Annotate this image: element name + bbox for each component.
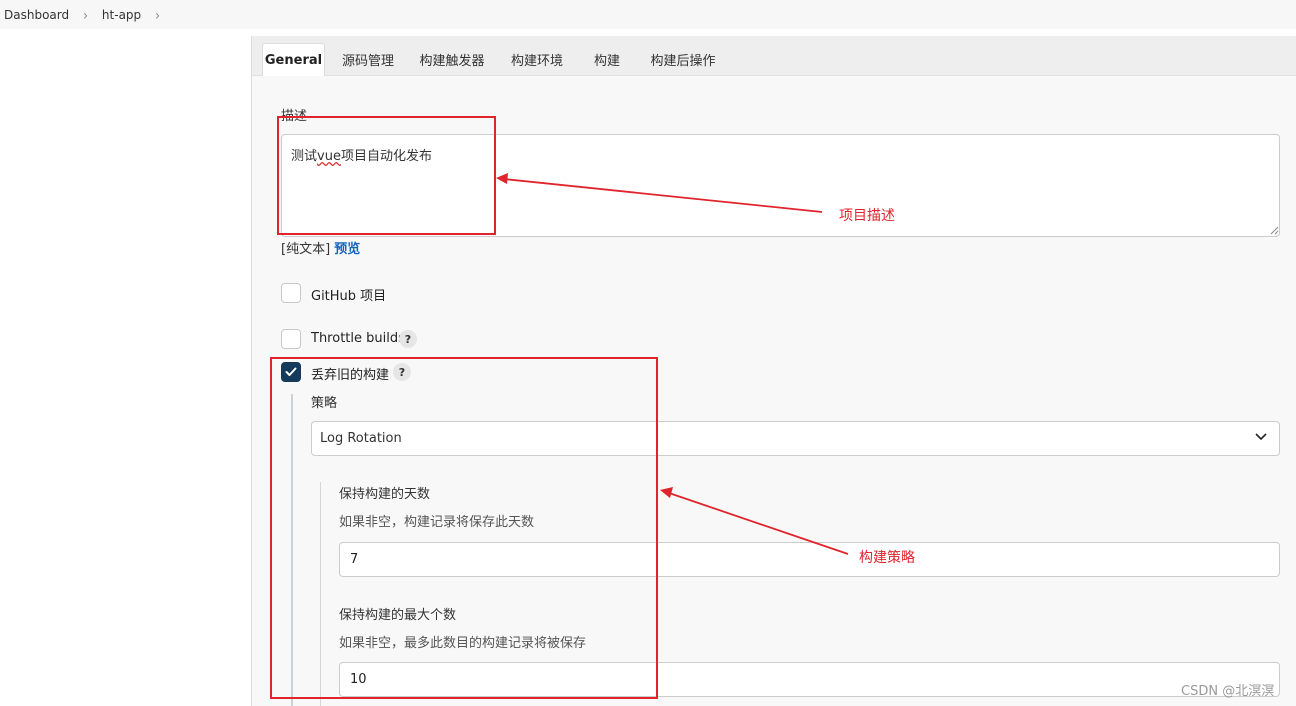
breadcrumb-dashboard[interactable]: Dashboard [4,8,69,22]
description-label: 描述 [281,109,308,124]
annotation-strategy-note: 构建策略 [859,550,915,566]
checkmark-icon [285,367,297,376]
chevron-right-icon: › [83,6,88,23]
tab-triggers[interactable]: 构建触发器 [414,43,490,76]
description-text-suffix: 项目自动化发布 [340,149,432,164]
max-builds-label: 保持构建的最大个数 [339,608,457,623]
description-format-line: [纯文本] 预览 [281,238,360,257]
days-to-keep-label: 保持构建的天数 [339,487,431,502]
description-textarea[interactable]: 测试vue项目自动化发布 [281,134,1280,237]
help-icon[interactable]: ? [399,330,417,348]
config-panel: General 源码管理 构建触发器 构建环境 构建 构建后操作 描述 测试vu… [251,36,1296,706]
max-builds-hint: 如果非空，最多此数目的构建记录将被保存 [339,636,587,651]
annotation-description-note: 项目描述 [839,208,895,224]
preview-link[interactable]: 预览 [334,242,360,257]
breadcrumb: Dashboard › ht-app › [0,0,1296,29]
tab-environment[interactable]: 构建环境 [505,43,569,76]
github-project-checkbox[interactable] [281,283,301,303]
discard-old-builds-label: 丢弃旧的构建 [311,368,390,383]
tab-post-build[interactable]: 构建后操作 [645,43,721,76]
resize-grip-icon[interactable] [1270,226,1279,235]
throttle-builds-label: Throttle builds [311,331,405,346]
breadcrumb-ht-app[interactable]: ht-app [102,8,141,22]
max-builds-input[interactable]: 10 [339,662,1280,697]
github-project-label: GitHub 项目 [311,289,387,304]
strategy-select[interactable]: Log Rotation [311,421,1280,456]
section-indent-line [291,394,293,706]
days-to-keep-hint: 如果非空，构建记录将保存此天数 [339,515,535,530]
discard-old-builds-checkbox[interactable] [281,362,301,382]
days-to-keep-input[interactable]: 7 [339,542,1280,577]
tab-general[interactable]: General [262,43,325,76]
nested-indent-line [320,482,321,706]
description-text-prefix: 测试 [291,149,318,164]
chevron-right-icon[interactable]: › [155,6,160,23]
config-tabs: General 源码管理 构建触发器 构建环境 构建 构建后操作 [252,36,1296,76]
strategy-selected-value: Log Rotation [320,431,402,446]
watermark-text: CSDN @北溟溟 [1181,684,1275,699]
help-icon[interactable]: ? [393,363,411,381]
description-text-misspelled: vue [317,149,341,164]
tab-build[interactable]: 构建 [585,43,629,76]
plain-text-label: [纯文本] [281,242,331,257]
tab-scm[interactable]: 源码管理 [336,43,400,76]
chevron-down-icon [1255,433,1267,441]
throttle-builds-checkbox[interactable] [281,329,301,349]
strategy-label: 策略 [311,396,338,411]
